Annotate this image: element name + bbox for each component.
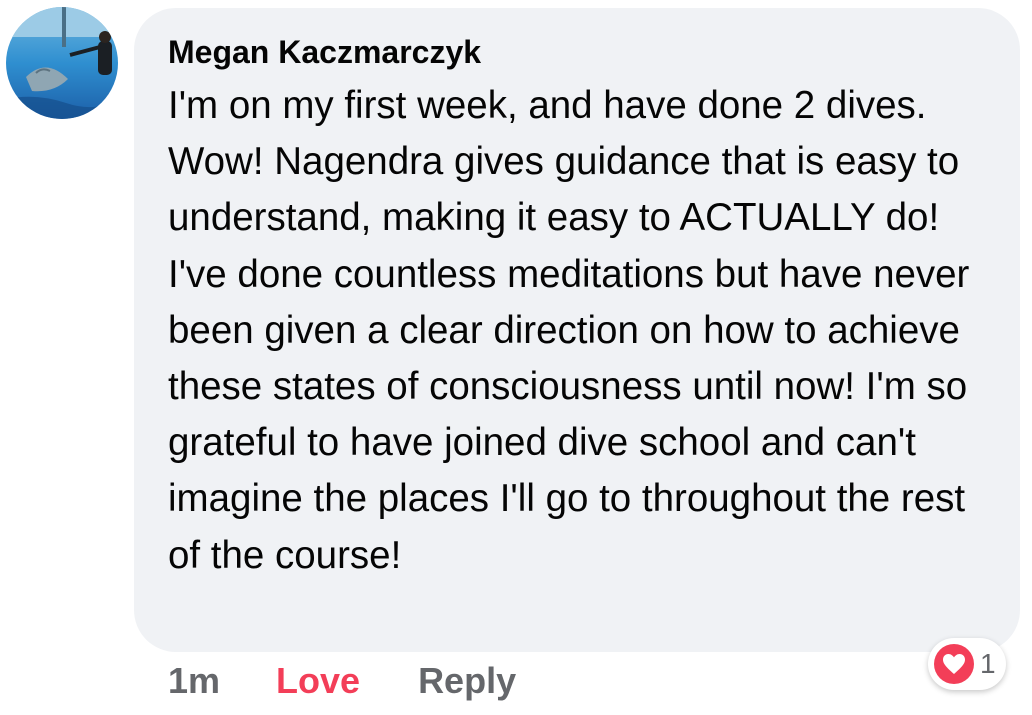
author-name[interactable]: Megan Kaczmarczyk — [168, 32, 990, 72]
comment: Megan Kaczmarczyk I'm on my first week, … — [0, 0, 1032, 715]
avatar[interactable] — [6, 7, 118, 119]
avatar-image — [6, 7, 118, 119]
heart-icon — [934, 644, 974, 684]
love-button[interactable]: Love — [276, 660, 360, 702]
reactions-summary[interactable]: 1 — [928, 638, 1006, 690]
comment-bubble: Megan Kaczmarczyk I'm on my first week, … — [134, 8, 1020, 652]
comment-timestamp[interactable]: 1m — [168, 660, 220, 702]
reaction-count: 1 — [980, 648, 996, 679]
reply-button[interactable]: Reply — [418, 660, 516, 702]
comment-text: I'm on my first week, and have done 2 di… — [168, 84, 970, 577]
comment-actions: 1m Love Reply — [168, 656, 516, 706]
